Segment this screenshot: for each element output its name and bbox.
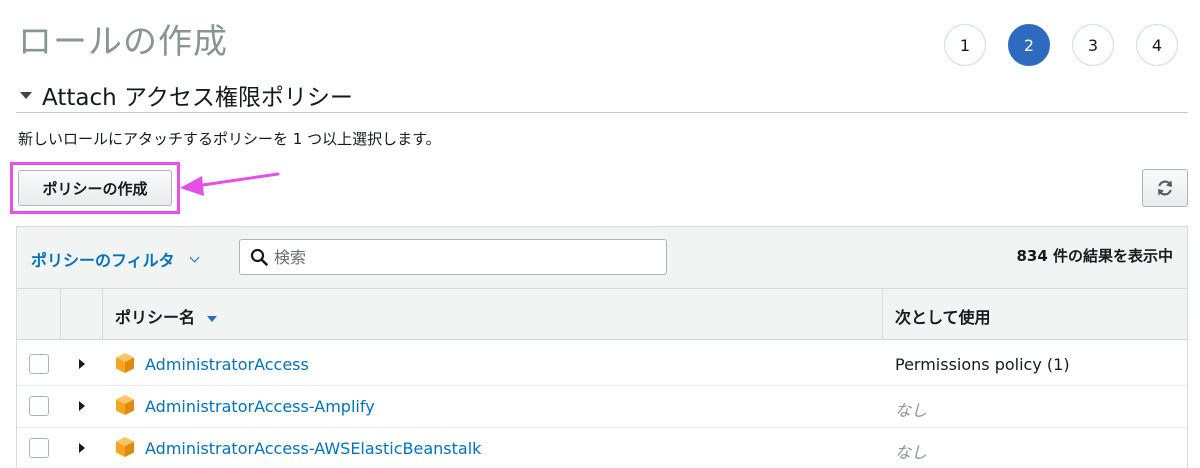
used-as-column-label: 次として使用: [895, 308, 991, 327]
policy-used-as: Permissions policy (1): [895, 355, 1070, 374]
row-checkbox[interactable]: [29, 438, 49, 458]
section-divider: [16, 112, 1188, 113]
refresh-button[interactable]: [1142, 169, 1188, 207]
header-expand-cell: [61, 289, 103, 339]
policy-name-link[interactable]: AdministratorAccess: [145, 355, 309, 374]
result-count: 834 件の結果を表示中: [1016, 247, 1173, 265]
section-title: Attach アクセス権限ポリシー: [42, 85, 353, 111]
policy-table: ポリシーのフィルタ 834 件の結果を表示中 ポリシー名 次として使用: [16, 226, 1188, 468]
create-policy-button[interactable]: ポリシーの作成: [18, 170, 172, 206]
aws-policy-cube-icon: [116, 437, 134, 457]
step-2-current[interactable]: 2: [1008, 24, 1050, 66]
chevron-down-icon: [189, 252, 200, 262]
header-used-as[interactable]: 次として使用: [883, 289, 1189, 339]
wizard-steps: 1 2 3 4: [944, 24, 1178, 66]
header-select-cell: [17, 289, 61, 339]
section-description: 新しいロールにアタッチするポリシーを 1 つ以上選択します。: [18, 130, 441, 148]
policy-name-link[interactable]: AdministratorAccess-Amplify: [145, 397, 375, 416]
refresh-icon: [1158, 180, 1172, 196]
step-3[interactable]: 3: [1072, 24, 1114, 66]
sort-down-icon[interactable]: [207, 315, 218, 322]
policy-used-as: なし: [895, 443, 928, 462]
policy-name-column-label: ポリシー名: [115, 308, 196, 327]
caret-down-icon[interactable]: [20, 91, 32, 99]
step-1[interactable]: 1: [944, 24, 986, 66]
row-checkbox[interactable]: [29, 396, 49, 416]
expand-caret-icon[interactable]: [79, 359, 85, 369]
table-row: AdministratorAccess-AWSElasticBeanstalk …: [17, 428, 1187, 468]
annotation-arrow-icon: [180, 172, 280, 196]
policy-filter-dropdown[interactable]: ポリシーのフィルタ: [31, 247, 200, 271]
page-title: ロールの作成: [18, 22, 228, 62]
aws-policy-cube-icon: [116, 353, 134, 373]
policy-name-link[interactable]: AdministratorAccess-AWSElasticBeanstalk: [145, 439, 481, 458]
table-header: ポリシー名 次として使用: [17, 288, 1187, 340]
expand-caret-icon[interactable]: [79, 401, 85, 411]
filter-bar: ポリシーのフィルタ 834 件の結果を表示中: [17, 226, 1187, 288]
row-checkbox[interactable]: [29, 354, 49, 374]
policy-used-as: なし: [895, 401, 928, 420]
section-header[interactable]: Attach アクセス権限ポリシー: [20, 78, 353, 112]
table-row: AdministratorAccess-Amplify なし: [17, 386, 1187, 428]
expand-caret-icon[interactable]: [79, 443, 85, 453]
aws-policy-cube-icon: [116, 395, 134, 415]
highlight-box: ポリシーの作成: [10, 162, 180, 214]
search-icon: [250, 248, 268, 266]
policy-filter-label: ポリシーのフィルタ: [31, 251, 175, 270]
header-policy-name[interactable]: ポリシー名: [103, 289, 883, 339]
step-4[interactable]: 4: [1136, 24, 1178, 66]
table-row: AdministratorAccess Permissions policy (…: [17, 344, 1187, 386]
search-input[interactable]: [274, 247, 654, 267]
search-box[interactable]: [239, 239, 667, 275]
